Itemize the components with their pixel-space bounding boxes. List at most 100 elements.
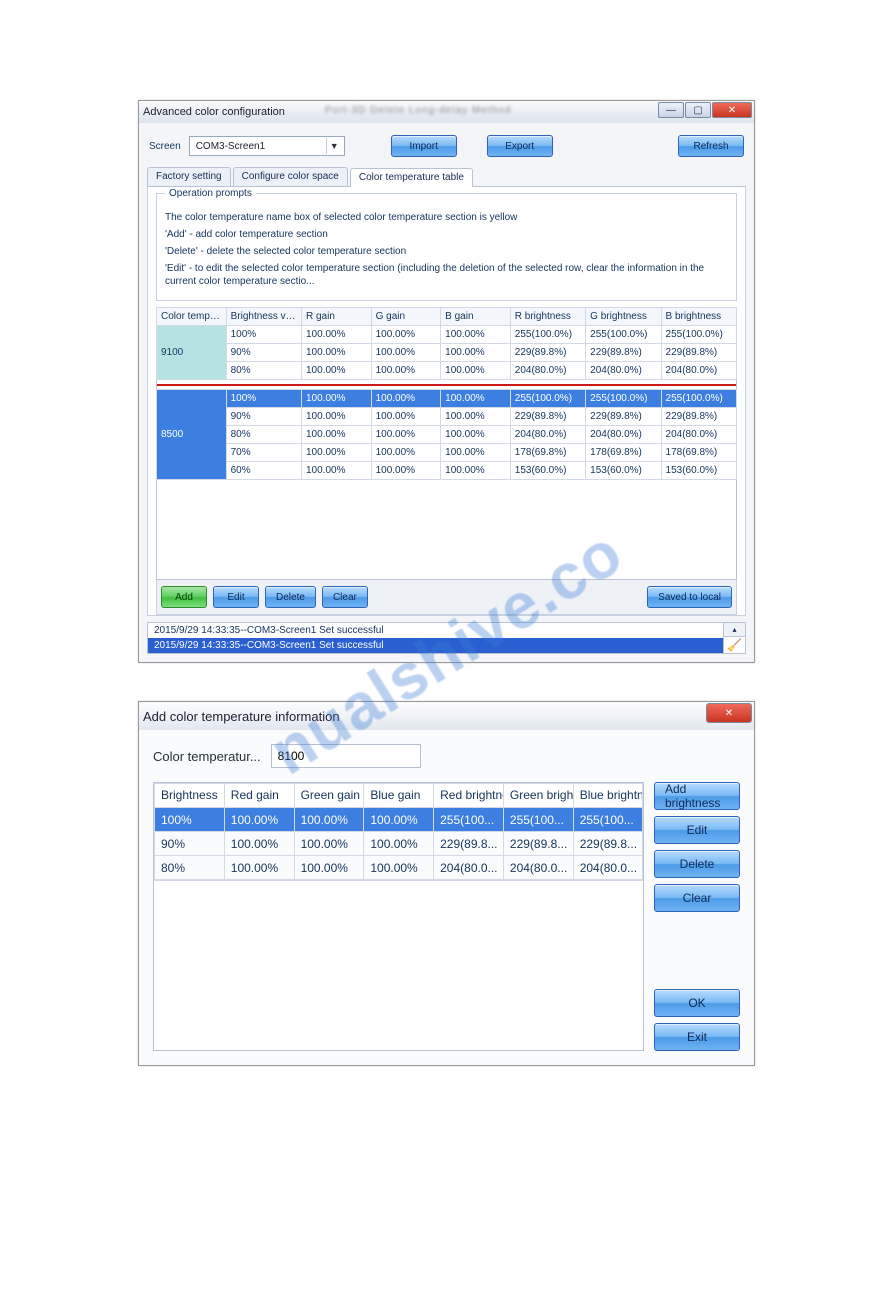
col-red-brightness[interactable]: Red brightness	[434, 784, 504, 808]
cell[interactable]: 100.00%	[441, 326, 511, 344]
scroll-up-button[interactable]: ▴	[723, 623, 745, 637]
exit-button[interactable]: Exit	[654, 1023, 740, 1051]
import-button[interactable]: Import	[391, 135, 457, 157]
log-row[interactable]: 2015/9/29 14:33:35--COM3-Screen1 Set suc…	[148, 623, 723, 638]
cell[interactable]: 229(89.8...	[573, 832, 642, 856]
cell[interactable]: 90%	[226, 408, 301, 426]
cell[interactable]: 100.00%	[441, 362, 511, 380]
cell[interactable]: 100.00%	[301, 408, 371, 426]
col-red-gain[interactable]: Red gain	[224, 784, 294, 808]
cell[interactable]: 100.00%	[371, 362, 441, 380]
cell[interactable]: 153(60.0%)	[586, 462, 661, 480]
table-row[interactable]: 60%100.00%100.00%100.00%153(60.0%)153(60…	[157, 462, 737, 480]
cell[interactable]: 255(100.0%)	[661, 326, 736, 344]
color-temp-cell[interactable]: 8500	[157, 390, 227, 480]
cell[interactable]: 255(100.0%)	[510, 326, 585, 344]
cell[interactable]: 100.00%	[441, 462, 511, 480]
log-list[interactable]: 2015/9/29 14:33:35--COM3-Screen1 Set suc…	[148, 623, 723, 653]
refresh-button[interactable]: Refresh	[678, 135, 744, 157]
cell[interactable]: 204(80.0%)	[586, 426, 661, 444]
cell[interactable]: 70%	[226, 444, 301, 462]
cell[interactable]: 100.00%	[371, 344, 441, 362]
cell[interactable]: 100.00%	[371, 408, 441, 426]
col-b-brightness[interactable]: B brightness	[661, 308, 736, 326]
cell[interactable]: 100%	[226, 326, 301, 344]
cell[interactable]: 100.00%	[301, 390, 371, 408]
clear-button[interactable]: Clear	[322, 586, 368, 608]
cell[interactable]: 100.00%	[441, 390, 511, 408]
cell[interactable]: 100.00%	[364, 832, 434, 856]
cell[interactable]: 229(89.8...	[434, 832, 504, 856]
log-row[interactable]: 2015/9/29 14:33:35--COM3-Screen1 Set suc…	[148, 638, 723, 653]
cell[interactable]: 178(69.8%)	[586, 444, 661, 462]
cell[interactable]: 178(69.8%)	[510, 444, 585, 462]
minimize-button[interactable]: —	[658, 102, 684, 118]
cell[interactable]: 100.00%	[224, 808, 294, 832]
cell[interactable]: 178(69.8%)	[661, 444, 736, 462]
cell[interactable]: 100.00%	[371, 462, 441, 480]
cell[interactable]: 255(100.0%)	[586, 326, 661, 344]
cell[interactable]: 90%	[226, 344, 301, 362]
cell[interactable]: 204(80.0%)	[661, 362, 736, 380]
cell[interactable]: 204(80.0...	[503, 856, 573, 880]
cell[interactable]: 229(89.8%)	[510, 344, 585, 362]
cell[interactable]: 80%	[226, 426, 301, 444]
cell[interactable]: 229(89.8%)	[586, 408, 661, 426]
col-brightness[interactable]: Brightness	[155, 784, 225, 808]
cell[interactable]: 100.00%	[224, 856, 294, 880]
col-color-temperature[interactable]: Color temperature	[157, 308, 227, 326]
cell[interactable]: 100.00%	[301, 462, 371, 480]
brightness-table[interactable]: Brightness Red gain Green gain Blue gain…	[154, 783, 643, 880]
cell[interactable]: 100.00%	[294, 832, 364, 856]
cell[interactable]: 100.00%	[364, 856, 434, 880]
col-r-gain[interactable]: R gain	[301, 308, 371, 326]
col-g-brightness[interactable]: G brightness	[586, 308, 661, 326]
cell[interactable]: 229(89.8%)	[661, 344, 736, 362]
col-b-gain[interactable]: B gain	[441, 308, 511, 326]
table-row[interactable]: 8500100%100.00%100.00%100.00%255(100.0%)…	[157, 390, 737, 408]
cell[interactable]: 204(80.0%)	[510, 362, 585, 380]
col-green-gain[interactable]: Green gain	[294, 784, 364, 808]
table-row[interactable]: 9100100%100.00%100.00%100.00%255(100.0%)…	[157, 326, 737, 344]
cell[interactable]: 255(100.0%)	[510, 390, 585, 408]
table-row[interactable]: 90%100.00%100.00%100.00%229(89.8...229(8…	[155, 832, 643, 856]
table-row[interactable]: 100%100.00%100.00%100.00%255(100...255(1…	[155, 808, 643, 832]
cell[interactable]: 100.00%	[224, 832, 294, 856]
cell[interactable]: 153(60.0%)	[510, 462, 585, 480]
broom-icon[interactable]: 🧹	[723, 637, 745, 653]
cell[interactable]: 100.00%	[371, 326, 441, 344]
cell[interactable]: 100.00%	[371, 426, 441, 444]
cell[interactable]: 204(80.0...	[434, 856, 504, 880]
edit-button[interactable]: Edit	[213, 586, 259, 608]
color-temperature-table[interactable]: Color temperature Brightness value R gai…	[156, 307, 737, 480]
color-temperature-input[interactable]	[271, 744, 421, 768]
cell[interactable]: 100.00%	[294, 808, 364, 832]
cell[interactable]: 100.00%	[364, 808, 434, 832]
cell[interactable]: 255(100...	[573, 808, 642, 832]
edit-button[interactable]: Edit	[654, 816, 740, 844]
cell[interactable]: 255(100.0%)	[586, 390, 661, 408]
cell[interactable]: 80%	[155, 856, 225, 880]
cell[interactable]: 229(89.8%)	[510, 408, 585, 426]
add-button[interactable]: Add	[161, 586, 207, 608]
cell[interactable]: 204(80.0%)	[510, 426, 585, 444]
table-row[interactable]: 90%100.00%100.00%100.00%229(89.8%)229(89…	[157, 408, 737, 426]
screen-combobox[interactable]: COM3-Screen1 ▼	[189, 136, 345, 156]
cell[interactable]: 100.00%	[301, 326, 371, 344]
table-row[interactable]: 80%100.00%100.00%100.00%204(80.0...204(8…	[155, 856, 643, 880]
cell[interactable]: 100.00%	[441, 408, 511, 426]
cell[interactable]: 255(100.0%)	[661, 390, 736, 408]
table-row[interactable]: 80%100.00%100.00%100.00%204(80.0%)204(80…	[157, 362, 737, 380]
ok-button[interactable]: OK	[654, 989, 740, 1017]
col-blue-gain[interactable]: Blue gain	[364, 784, 434, 808]
cell[interactable]: 100%	[155, 808, 225, 832]
table-row[interactable]: 80%100.00%100.00%100.00%204(80.0%)204(80…	[157, 426, 737, 444]
color-temp-cell[interactable]: 9100	[157, 326, 227, 380]
col-g-gain[interactable]: G gain	[371, 308, 441, 326]
cell[interactable]: 255(100...	[503, 808, 573, 832]
col-green-brightness[interactable]: Green brightness	[503, 784, 573, 808]
cell[interactable]: 100.00%	[441, 344, 511, 362]
table-row[interactable]: 90%100.00%100.00%100.00%229(89.8%)229(89…	[157, 344, 737, 362]
delete-button[interactable]: Delete	[265, 586, 316, 608]
cell[interactable]: 100.00%	[441, 444, 511, 462]
